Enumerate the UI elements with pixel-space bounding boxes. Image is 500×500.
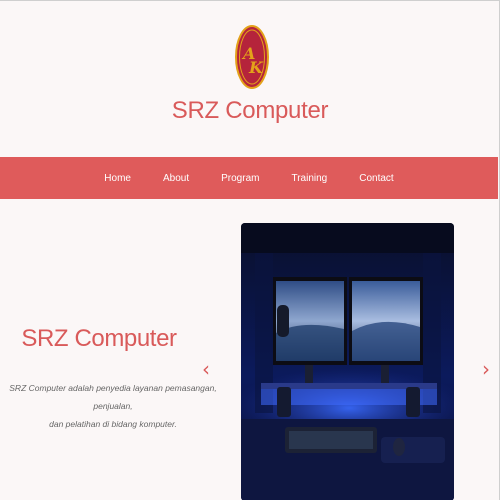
site-title: SRZ Computer xyxy=(171,97,329,124)
nav-contact[interactable]: Contact xyxy=(359,173,393,184)
site-header: A K SRZ Computer xyxy=(0,1,500,157)
hero-description: SRZ Computer adalah penyedia layanan pem… xyxy=(8,379,218,433)
svg-text:K: K xyxy=(248,58,264,77)
nav-about[interactable]: About xyxy=(163,173,189,184)
carousel-next-icon[interactable]: › xyxy=(482,359,490,379)
computer-setup-illustration xyxy=(241,223,454,500)
hero-computer-image xyxy=(241,223,454,500)
main-navbar: Home About Program Training Contact xyxy=(0,157,498,199)
hero-description-line2: dan pelatihan di bidang komputer. xyxy=(49,419,177,429)
nav-training[interactable]: Training xyxy=(291,173,327,184)
carousel-prev-icon[interactable]: ‹ xyxy=(202,359,210,379)
site-logo[interactable]: A K xyxy=(235,25,269,89)
nav-home[interactable]: Home xyxy=(104,173,131,184)
hero-title: SRZ Computer xyxy=(21,325,177,352)
hero-description-line1: SRZ Computer adalah penyedia layanan pem… xyxy=(9,383,217,411)
nav-program[interactable]: Program xyxy=(221,173,259,184)
